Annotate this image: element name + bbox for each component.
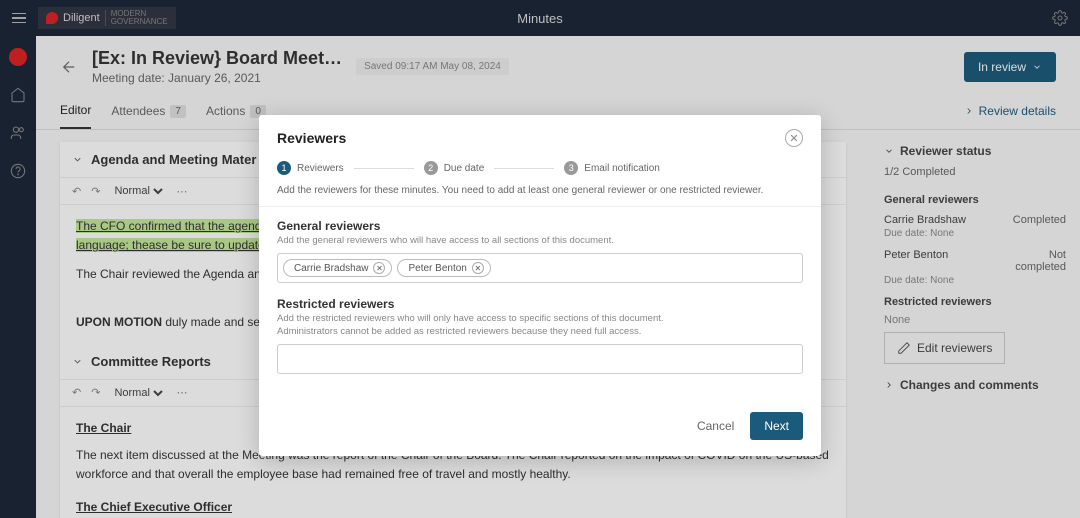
- step-due-date[interactable]: 2Due date: [424, 161, 485, 175]
- reviewer-chip: Carrie Bradshaw✕: [283, 259, 392, 277]
- step-email[interactable]: 3Email notification: [564, 161, 660, 175]
- restricted-reviewers-help: Add the restricted reviewers who will on…: [277, 313, 803, 338]
- next-button[interactable]: Next: [750, 412, 803, 440]
- modal-title: Reviewers: [277, 130, 346, 146]
- step-reviewers[interactable]: 1Reviewers: [277, 161, 344, 175]
- reviewer-chip: Peter Benton✕: [397, 259, 490, 277]
- reviewers-modal: Reviewers ✕ 1Reviewers 2Due date 3Email …: [259, 115, 821, 456]
- general-reviewers-help: Add the general reviewers who will have …: [277, 235, 803, 247]
- modal-overlay: Reviewers ✕ 1Reviewers 2Due date 3Email …: [0, 0, 1080, 518]
- general-reviewers-label: General reviewers: [277, 219, 803, 233]
- modal-description: Add the reviewers for these minutes. You…: [259, 185, 821, 207]
- close-icon[interactable]: ✕: [785, 129, 803, 147]
- remove-chip-icon[interactable]: ✕: [472, 262, 484, 274]
- remove-chip-icon[interactable]: ✕: [373, 262, 385, 274]
- step-divider: [354, 168, 414, 169]
- restricted-reviewers-input[interactable]: [277, 344, 803, 374]
- general-reviewers-input[interactable]: Carrie Bradshaw✕ Peter Benton✕: [277, 253, 803, 283]
- step-divider: [494, 168, 554, 169]
- cancel-button[interactable]: Cancel: [697, 419, 734, 433]
- restricted-reviewers-label: Restricted reviewers: [277, 297, 803, 311]
